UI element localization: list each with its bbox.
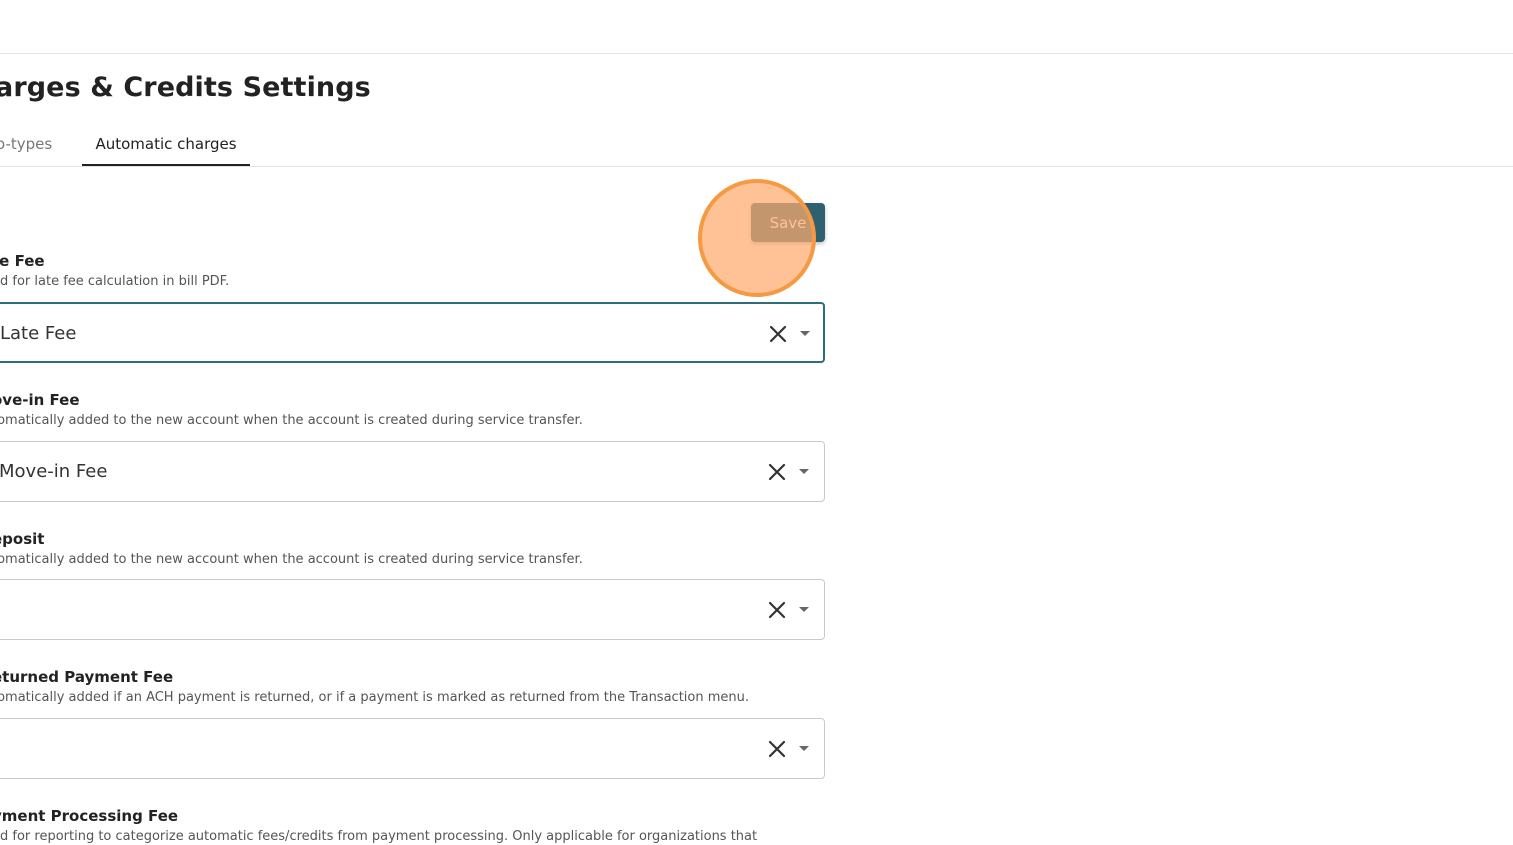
move-in-fee-description: tomatically added to the new account whe… [0,413,583,428]
payment-processing-fee-description: ed for reporting to categorize automatic… [0,829,758,844]
tab-sub-types[interactable]: o-types [0,122,52,166]
chevron-down-icon[interactable] [799,469,809,474]
deposit-description: tomatically added to the new account whe… [0,552,583,567]
clear-icon[interactable] [767,739,787,759]
move-in-fee-value: Move-in Fee [0,461,108,482]
chevron-down-icon[interactable] [799,607,809,612]
tab-automatic-charges[interactable]: Automatic charges [82,122,250,166]
returned-payment-fee-select[interactable] [0,718,825,779]
move-in-fee-label: ove-in Fee [0,391,80,409]
clear-icon[interactable] [767,600,787,620]
chevron-down-icon[interactable] [799,746,809,751]
late-fee-value: Late Fee [0,323,77,344]
clear-icon[interactable] [767,462,787,482]
page-title: arges & Credits Settings [0,72,371,103]
returned-payment-fee-label: eturned Payment Fee [0,668,174,686]
late-fee-description: ed for late fee calculation in bill PDF. [0,274,230,289]
returned-payment-fee-description: tomatically added if an ACH payment is r… [0,690,749,705]
clear-icon[interactable] [768,324,788,344]
payment-processing-fee-label: yment Processing Fee [0,807,179,825]
deposit-select[interactable] [0,579,825,640]
save-button[interactable]: Save [751,203,825,242]
move-in-fee-select[interactable]: Move-in Fee [0,441,825,502]
deposit-label: eposit [0,530,45,548]
late-fee-label: te Fee [0,252,45,270]
chevron-down-icon[interactable] [800,331,810,336]
tab-bar: o-types Automatic charges [0,122,1513,167]
top-bar [0,0,1513,54]
late-fee-select[interactable]: Late Fee [0,302,825,363]
